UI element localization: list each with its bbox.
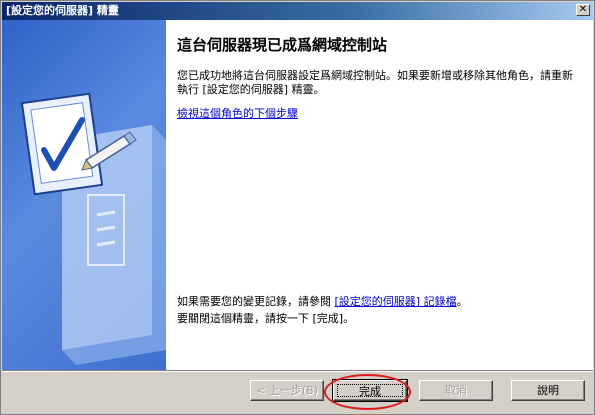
button-separator [2, 370, 593, 372]
close-button[interactable]: ✕ [576, 4, 590, 16]
title-bar[interactable]: [設定您的伺服器] 精靈 ✕ [2, 2, 593, 20]
description-text: 您已成功地將這台伺服器設定爲網域控制站。如果要新增或移除其他角色，請重新執行 [… [177, 69, 573, 96]
finish-button[interactable]: 完成 [332, 379, 408, 402]
page-title: 這台伺服器現已成爲網域控制站 [177, 36, 388, 54]
wizard-content: 這台伺服器現已成爲網域控制站 您已成功地將這台伺服器設定爲網域控制站。如果要新增… [2, 20, 593, 370]
logs-prefix: 如果需要您的變更記錄，請參閱 [177, 295, 335, 308]
logs-link[interactable]: [設定您的伺服器] 記錄檔 [335, 295, 457, 308]
back-button[interactable]: < 上一步(B) [250, 380, 324, 401]
cancel-button[interactable]: 取消 [419, 380, 493, 401]
logs-suffix: 。 [456, 295, 468, 308]
wizard-window: [設定您的伺服器] 精靈 ✕ 這台伺服器現已成爲網域控制站 您已成功地將這台伺服… [0, 0, 595, 415]
close-instruction: 要關閉這個精靈，請按一下 [完成]。 [177, 312, 355, 325]
next-steps-link[interactable]: 檢視這個角色的下個步驟 [177, 105, 298, 121]
finish-button-label: 完成 [337, 384, 403, 398]
logs-line: 如果需要您的變更記錄，請參閱 [設定您的伺服器] 記錄檔。 [177, 293, 468, 309]
side-panel [2, 20, 166, 370]
help-button[interactable]: 說明 [511, 380, 585, 401]
server-checklist-icon [20, 92, 166, 365]
window-title: [設定您的伺服器] 精靈 [6, 4, 119, 17]
main-panel: 這台伺服器現已成爲網域控制站 您已成功地將這台伺服器設定爲網域控制站。如果要新增… [166, 20, 593, 370]
